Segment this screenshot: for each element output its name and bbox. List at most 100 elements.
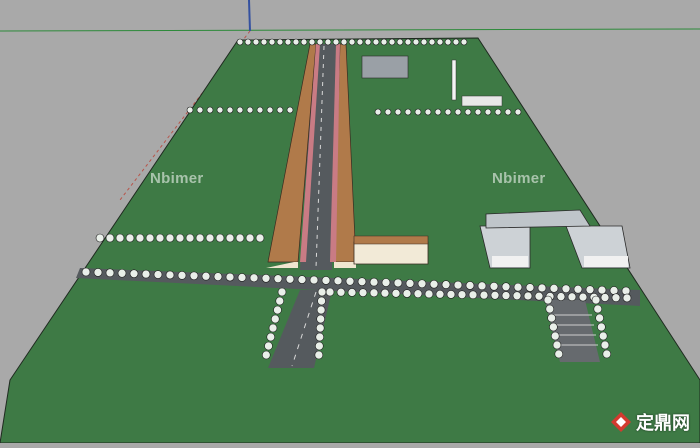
tree: [504, 108, 512, 116]
tree: [550, 331, 560, 341]
tree: [315, 332, 325, 342]
tree: [225, 272, 235, 282]
tree: [244, 38, 252, 46]
tree: [129, 269, 139, 278]
tree: [602, 349, 612, 359]
tree: [268, 38, 276, 46]
tree: [236, 38, 244, 46]
tree: [429, 279, 439, 289]
tree: [325, 287, 335, 297]
tree: [454, 108, 462, 116]
tree: [145, 233, 155, 243]
tree: [268, 323, 278, 333]
tree: [512, 291, 522, 301]
tree: [412, 38, 420, 46]
tree: [286, 106, 294, 114]
tree: [474, 108, 482, 116]
tree: [457, 290, 467, 299]
tree: [215, 233, 225, 243]
tree: [573, 284, 583, 294]
tree: [600, 340, 610, 350]
tree: [317, 287, 327, 297]
tree: [266, 106, 274, 114]
tree: [115, 233, 125, 243]
tree: [270, 314, 280, 324]
tree: [261, 273, 271, 283]
tree: [226, 106, 234, 114]
tree: [105, 233, 115, 243]
tree: [621, 286, 631, 296]
tree: [314, 341, 324, 351]
tree: [255, 233, 265, 243]
tree: [249, 273, 259, 283]
tree: [446, 290, 456, 299]
tree: [490, 290, 500, 300]
tree: [252, 38, 260, 46]
tree: [189, 271, 199, 281]
tree: [357, 277, 367, 286]
tree: [460, 38, 468, 46]
tree: [284, 38, 292, 46]
tree: [235, 233, 245, 243]
tree: [424, 289, 434, 299]
tree: [600, 293, 610, 302]
tree: [195, 233, 205, 243]
tree: [236, 106, 244, 114]
tree: [348, 38, 356, 46]
tree: [317, 296, 326, 306]
tree: [543, 295, 553, 305]
tree: [205, 233, 215, 243]
tree: [340, 38, 348, 46]
tree: [464, 108, 472, 116]
tree: [225, 233, 235, 243]
tree: [277, 287, 287, 297]
tree: [537, 283, 547, 293]
tree: [417, 279, 427, 289]
tree: [525, 283, 535, 292]
tree: [213, 272, 223, 281]
tree: [549, 284, 559, 293]
tree: [434, 108, 442, 116]
tree: [452, 38, 460, 46]
tree: [595, 313, 604, 323]
tree: [453, 280, 463, 290]
tree: [593, 304, 603, 314]
tree: [404, 38, 412, 46]
tree: [436, 38, 444, 46]
tree: [413, 289, 423, 299]
tree: [266, 332, 276, 342]
tree: [384, 108, 392, 116]
tree: [345, 276, 355, 286]
tree: [372, 38, 380, 46]
tree: [380, 38, 388, 46]
tree: [308, 38, 316, 46]
tree: [165, 233, 175, 243]
tree: [276, 38, 284, 46]
tree: [369, 277, 379, 287]
tree: [441, 280, 451, 289]
tree: [292, 38, 300, 46]
tree: [125, 233, 135, 243]
tree: [175, 233, 185, 243]
tree: [315, 323, 325, 333]
tree: [332, 38, 340, 46]
tree: [405, 279, 415, 288]
sketchup-viewport[interactable]: Nbimer Nbimer 定鼎网: [0, 0, 700, 444]
tree: [347, 288, 357, 297]
tree: [591, 295, 601, 305]
tree: [135, 233, 145, 243]
tree: [561, 284, 571, 294]
tree: [552, 340, 562, 350]
tree: [567, 292, 577, 302]
tree: [81, 267, 91, 277]
tree: [246, 106, 254, 114]
tree: [196, 106, 204, 114]
tree: [547, 313, 556, 323]
tree: [489, 281, 499, 291]
tree: [155, 233, 165, 243]
tree: [356, 38, 364, 46]
zhulong-logo-icon: [611, 412, 631, 432]
tree: [186, 106, 194, 114]
tree: [514, 108, 522, 116]
brand-badge[interactable]: 定鼎网: [610, 409, 690, 435]
